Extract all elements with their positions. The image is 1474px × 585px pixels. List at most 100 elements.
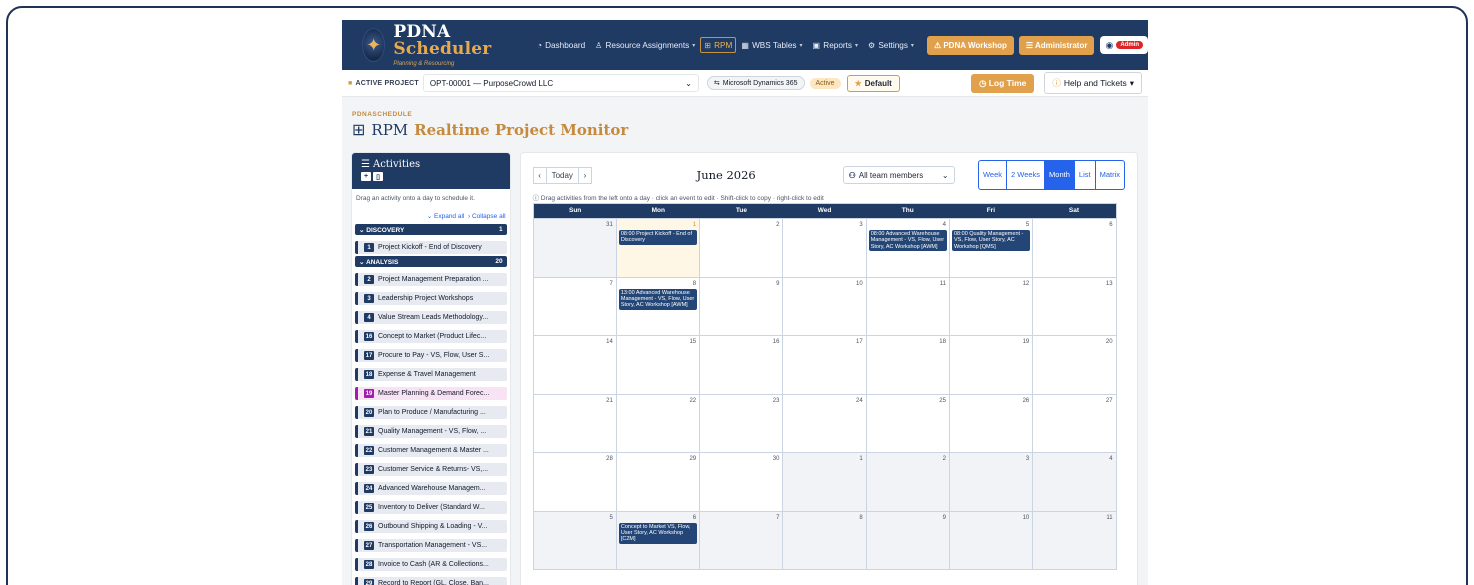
default-button[interactable]: ★ Default xyxy=(846,74,900,92)
day-cell[interactable]: 6 Concept to Market VS, Flow, User Story,… xyxy=(616,511,701,569)
day-cell[interactable]: 2 xyxy=(700,219,784,277)
day-cell[interactable]: 3 xyxy=(783,219,867,277)
day-cell[interactable]: 14 xyxy=(534,336,617,394)
activity-item[interactable]: 18 Expense & Travel Management xyxy=(355,368,507,381)
day-cell[interactable]: 18 xyxy=(867,336,950,394)
day-cell[interactable]: 11 xyxy=(867,277,950,335)
day-cell[interactable]: 15 xyxy=(617,336,701,394)
activity-item[interactable]: 2 Project Management Preparation ... xyxy=(355,273,507,286)
day-number: 24 xyxy=(856,397,863,404)
day-number: 9 xyxy=(942,514,946,521)
day-cell[interactable]: 9 xyxy=(866,511,950,569)
activity-item[interactable]: 16 Concept to Market (Product Lifec... xyxy=(355,330,507,343)
day-cell[interactable]: 25 xyxy=(867,394,950,452)
activity-item[interactable]: 23 Customer Service & Returns- VS,... xyxy=(355,463,507,476)
activity-group-analysis[interactable]: ⌄ ANALYSIS 20 xyxy=(355,256,507,267)
people-icon: ♙ xyxy=(595,41,603,50)
nav-item-wbs-tables[interactable]: ▦ WBS Tables ▾ xyxy=(736,36,807,54)
day-cell[interactable]: 23 xyxy=(700,394,784,452)
activity-item[interactable]: 19 Master Planning & Demand Forec... xyxy=(355,387,507,400)
day-cell[interactable]: 10 xyxy=(783,277,867,335)
day-cell[interactable]: 31 xyxy=(533,219,617,277)
day-cell[interactable]: 8 13:00 Advanced Warehouse Management - V… xyxy=(617,277,701,335)
day-cell[interactable]: 8 xyxy=(783,511,867,569)
activity-number: 27 xyxy=(364,541,374,550)
activity-item[interactable]: 3 Leadership Project Workshops xyxy=(355,292,507,305)
day-cell[interactable]: 13 xyxy=(1033,278,1115,336)
day-cell[interactable]: 4 08:00 Advanced Warehouse Management - V… xyxy=(867,219,950,277)
collapse-all-link[interactable]: › Collapse all xyxy=(468,213,506,220)
day-cell[interactable]: 9 xyxy=(700,277,784,335)
team-filter-select[interactable]: ⚇ All team members ⌄ xyxy=(842,166,955,184)
calendar-event[interactable]: 13:00 Advanced Warehouse Management - VS… xyxy=(618,288,698,310)
day-cell[interactable]: 4 xyxy=(1033,453,1116,511)
nav-item-resource-assignments[interactable]: ♙ Resource Assignments ▾ xyxy=(590,36,700,54)
log-time-button[interactable]: ◷ Log Time xyxy=(970,73,1035,93)
day-cell[interactable]: 28 xyxy=(534,453,617,511)
calendar-event[interactable]: Concept to Market VS, Flow, User Story, … xyxy=(618,522,698,544)
day-cell[interactable]: 21 xyxy=(534,394,617,452)
view-matrix[interactable]: Matrix xyxy=(1096,161,1124,189)
day-cell[interactable]: 17 xyxy=(783,336,867,394)
day-cell[interactable]: 3 xyxy=(949,453,1034,511)
day-cell[interactable]: 7 xyxy=(700,511,784,569)
expand-all-link[interactable]: ⌄ Expand all xyxy=(427,213,465,220)
nav-item-reports[interactable]: ▣ Reports ▾ xyxy=(808,36,863,54)
activity-item[interactable]: 26 Outbound Shipping & Loading - V... xyxy=(355,520,507,533)
activity-item[interactable]: 25 Inventory to Deliver (Standard W... xyxy=(355,501,507,514)
day-cell[interactable]: 30 xyxy=(700,453,784,511)
day-cell[interactable]: 20 xyxy=(1033,336,1115,394)
day-cell[interactable]: 27 xyxy=(1033,395,1115,453)
day-cell[interactable]: 12 xyxy=(950,277,1034,335)
nav-item-rpm[interactable]: ⊞ RPM xyxy=(700,37,737,53)
nav-item-settings[interactable]: ⚙ Settings ▾ xyxy=(863,36,919,54)
day-cell[interactable]: 22 xyxy=(617,394,701,452)
activity-item[interactable]: 4 Value Stream Leads Methodology... xyxy=(355,311,507,324)
day-cell[interactable]: 1 08:00 Project Kickoff - End of Discover… xyxy=(616,219,701,277)
activity-item[interactable]: 28 Invoice to Cash (AR & Collections... xyxy=(355,558,507,571)
help-tickets-button[interactable]: ⓘ Help and Tickets ▾ xyxy=(1044,72,1142,94)
calendar-event[interactable]: 08:00 Quality Management - VS, Flow, Use… xyxy=(951,230,1031,252)
activity-item[interactable]: 29 Record to Report (GL, Close, Ban... xyxy=(355,577,507,585)
next-button[interactable]: › xyxy=(577,166,592,184)
day-cell[interactable]: 7 xyxy=(534,277,617,335)
day-cell[interactable]: 5 xyxy=(533,511,617,569)
activity-item[interactable]: 1 Project Kickoff - End of Discovery xyxy=(355,241,507,254)
day-cell[interactable]: 10 xyxy=(949,511,1034,569)
administrator-button[interactable]: ☰ Administrator xyxy=(1018,35,1095,55)
panel-icon[interactable]: ▯ xyxy=(373,172,383,181)
activity-item[interactable]: 21 Quality Management - VS, Flow, ... xyxy=(355,425,507,438)
day-cell[interactable]: 19 xyxy=(950,336,1034,394)
calendar-event[interactable]: 08:00 Advanced Warehouse Management - VS… xyxy=(868,230,947,252)
activity-item[interactable]: 24 Advanced Warehouse Managem... xyxy=(355,482,507,495)
brand[interactable]: ✦ PDNA Scheduler Planning & Resourcing xyxy=(362,23,504,67)
calendar-event[interactable]: 08:00 Project Kickoff - End of Discovery xyxy=(618,230,698,245)
user-menu[interactable]: ◉ Admin xyxy=(1100,36,1148,54)
prev-button[interactable]: ‹ xyxy=(532,166,547,184)
nav-item-dashboard[interactable]: ◔ Dashboard xyxy=(532,37,590,54)
view-week[interactable]: Week xyxy=(979,161,1007,189)
activity-group-discovery[interactable]: ⌄ DISCOVERY 1 xyxy=(355,224,507,235)
add-activity-icon[interactable]: + xyxy=(361,172,371,181)
day-cell[interactable]: 6 xyxy=(1033,219,1115,277)
project-select[interactable]: OPT-00001 — PurposeCrowd LLC ⌄ xyxy=(422,74,699,92)
activity-item[interactable]: 17 Procure to Pay - VS, Flow, User S... xyxy=(355,349,507,362)
activity-item[interactable]: 20 Plan to Produce / Manufacturing ... xyxy=(355,406,507,419)
day-cell[interactable]: 1 xyxy=(783,453,867,511)
day-cell[interactable]: 2 xyxy=(866,453,950,511)
activity-item[interactable]: 22 Customer Management & Master ... xyxy=(355,444,507,457)
view-list[interactable]: List xyxy=(1075,161,1096,189)
day-cell[interactable]: 16 xyxy=(700,336,784,394)
today-button[interactable]: Today xyxy=(545,166,579,184)
day-cell[interactable]: 29 xyxy=(617,453,701,511)
activity-item[interactable]: 27 Transportation Management - VS... xyxy=(355,539,507,552)
view-month[interactable]: Month xyxy=(1045,161,1075,189)
day-cell[interactable]: 5 08:00 Quality Management - VS, Flow, Us… xyxy=(950,219,1034,277)
day-cell[interactable]: 26 xyxy=(950,394,1034,452)
day-cell[interactable]: 11 xyxy=(1033,511,1116,569)
pdna-workshop-button[interactable]: ⚠ PDNA Workshop xyxy=(926,35,1014,55)
day-cell[interactable]: 24 xyxy=(783,394,867,452)
top-navigation: ✦ PDNA Scheduler Planning & Resourcing ◔… xyxy=(342,20,1148,70)
view-2-weeks[interactable]: 2 Weeks xyxy=(1007,161,1046,189)
day-number: 29 xyxy=(689,456,697,462)
